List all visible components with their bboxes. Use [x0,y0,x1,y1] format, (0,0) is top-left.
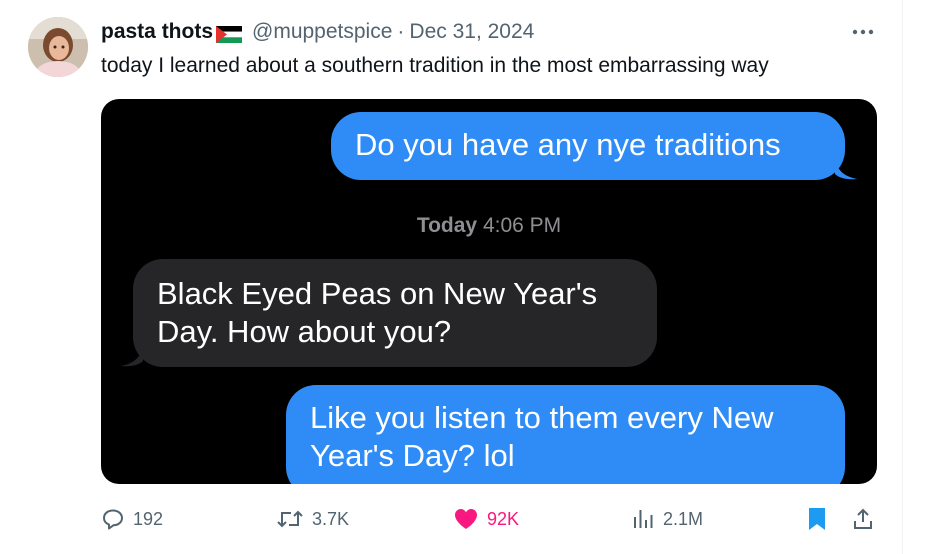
message-bubble-incoming: Black Eyed Peas on New Year's Day. How a… [121,259,657,367]
avatar-image [28,17,88,77]
palestine-flag-icon [215,24,243,43]
message-text: Black Eyed Peas on New Year's Day. How a… [157,276,598,349]
display-name[interactable]: pasta thots [101,19,213,45]
tweet-text: today I learned about a southern traditi… [101,54,769,77]
share-button[interactable] [851,505,883,533]
repost-button[interactable]: 3.7K [276,505,349,533]
heart-icon [455,509,477,529]
repost-count: 3.7K [312,508,350,529]
reply-count: 192 [133,508,164,529]
share-icon [854,508,872,529]
tweet-media-screenshot[interactable]: Do you have any nye traditions Today 4:0… [101,99,877,484]
bookmark-button[interactable] [805,505,837,533]
message-bubble-outgoing: Do you have any nye traditions [331,112,857,180]
reply-button[interactable]: 192 [101,505,163,533]
bubble-tail [835,158,857,180]
message-timestamp: Today 4:06 PM [101,214,877,238]
handle[interactable]: @muppetspice [252,19,392,45]
avatar[interactable] [28,17,88,77]
more-icon[interactable] [849,18,877,46]
like-button[interactable]: 92K [453,505,519,533]
bubble-tail [121,345,143,367]
action-bar: 192 3.7K 92K 2.1M [0,505,903,533]
view-count: 2.1M [663,508,704,529]
message-text: Like you listen to them every New Year's… [310,400,774,473]
reply-icon [103,509,123,530]
timestamp-time: 4:06 PM [482,214,562,237]
views-button[interactable]: 2.1M [631,505,703,533]
separator: · [397,20,405,43]
timestamp-day: Today [416,214,478,237]
like-count: 92K [487,508,520,529]
post-date[interactable]: Dec 31, 2024 [409,19,534,45]
tweet[interactable]: pasta thots @muppetspice · Dec 31, 2024 … [0,0,903,554]
message-bubble-outgoing: Like you listen to them every New Year's… [286,385,845,484]
tweet-header: pasta thots @muppetspice · Dec 31, 2024 [101,19,534,45]
views-icon [634,510,653,528]
message-text: Do you have any nye traditions [355,127,781,162]
bookmark-icon [809,508,825,530]
repost-icon [277,510,303,528]
